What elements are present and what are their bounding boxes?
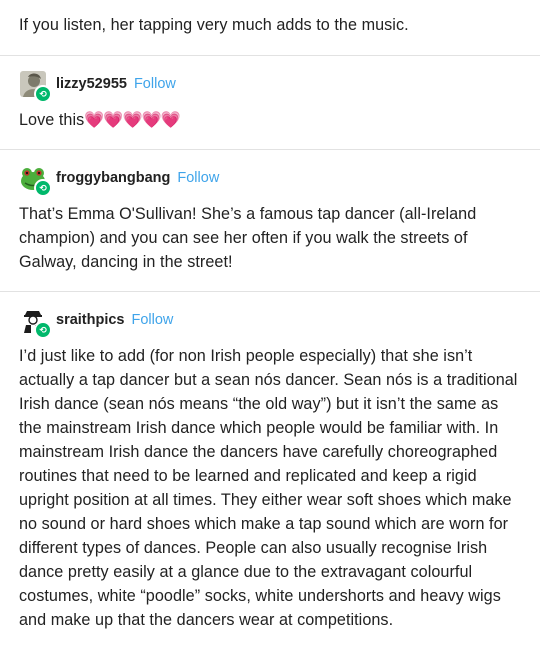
avatar[interactable]: ⟲ bbox=[19, 164, 52, 197]
reply-body: I’d just like to add (for non Irish peop… bbox=[19, 347, 518, 629]
post-text-block: If you listen, her tapping very much add… bbox=[0, 0, 540, 55]
username[interactable]: lizzy52955 bbox=[56, 76, 127, 92]
reply-header: ⟲ sraithpics Follow bbox=[19, 305, 521, 339]
follow-button[interactable]: Follow bbox=[177, 170, 219, 186]
follow-button[interactable]: Follow bbox=[134, 76, 176, 92]
reply-header: ⟲ lizzy52955 Follow bbox=[19, 69, 521, 103]
reblog-badge-icon: ⟲ bbox=[34, 321, 52, 339]
reply-item: ⟲ sraithpics Follow I’d just like to add… bbox=[0, 292, 540, 649]
reply-item: ⟲ froggybangbang Follow That’s Emma O'Su… bbox=[0, 150, 540, 291]
intro-text: If you listen, her tapping very much add… bbox=[19, 16, 409, 34]
avatar[interactable]: ⟲ bbox=[19, 306, 52, 339]
reply-body: That’s Emma O'Sullivan! She’s a famous t… bbox=[19, 205, 477, 271]
reply-body: Love this💗💗💗💗💗 bbox=[19, 108, 521, 149]
reply-header: ⟲ froggybangbang Follow bbox=[19, 163, 521, 197]
username[interactable]: sraithpics bbox=[56, 312, 125, 328]
reply-item: ⟲ lizzy52955 Follow Love this💗💗💗💗💗 bbox=[0, 56, 540, 149]
reblog-badge-icon: ⟲ bbox=[34, 85, 52, 103]
reply-text: Love this bbox=[19, 111, 85, 129]
follow-button[interactable]: Follow bbox=[132, 312, 174, 328]
username[interactable]: froggybangbang bbox=[56, 170, 170, 186]
heart-emoji-icon: 💗💗💗💗💗 bbox=[84, 111, 181, 129]
reblog-badge-icon: ⟲ bbox=[34, 179, 52, 197]
avatar[interactable]: ⟲ bbox=[19, 70, 52, 103]
